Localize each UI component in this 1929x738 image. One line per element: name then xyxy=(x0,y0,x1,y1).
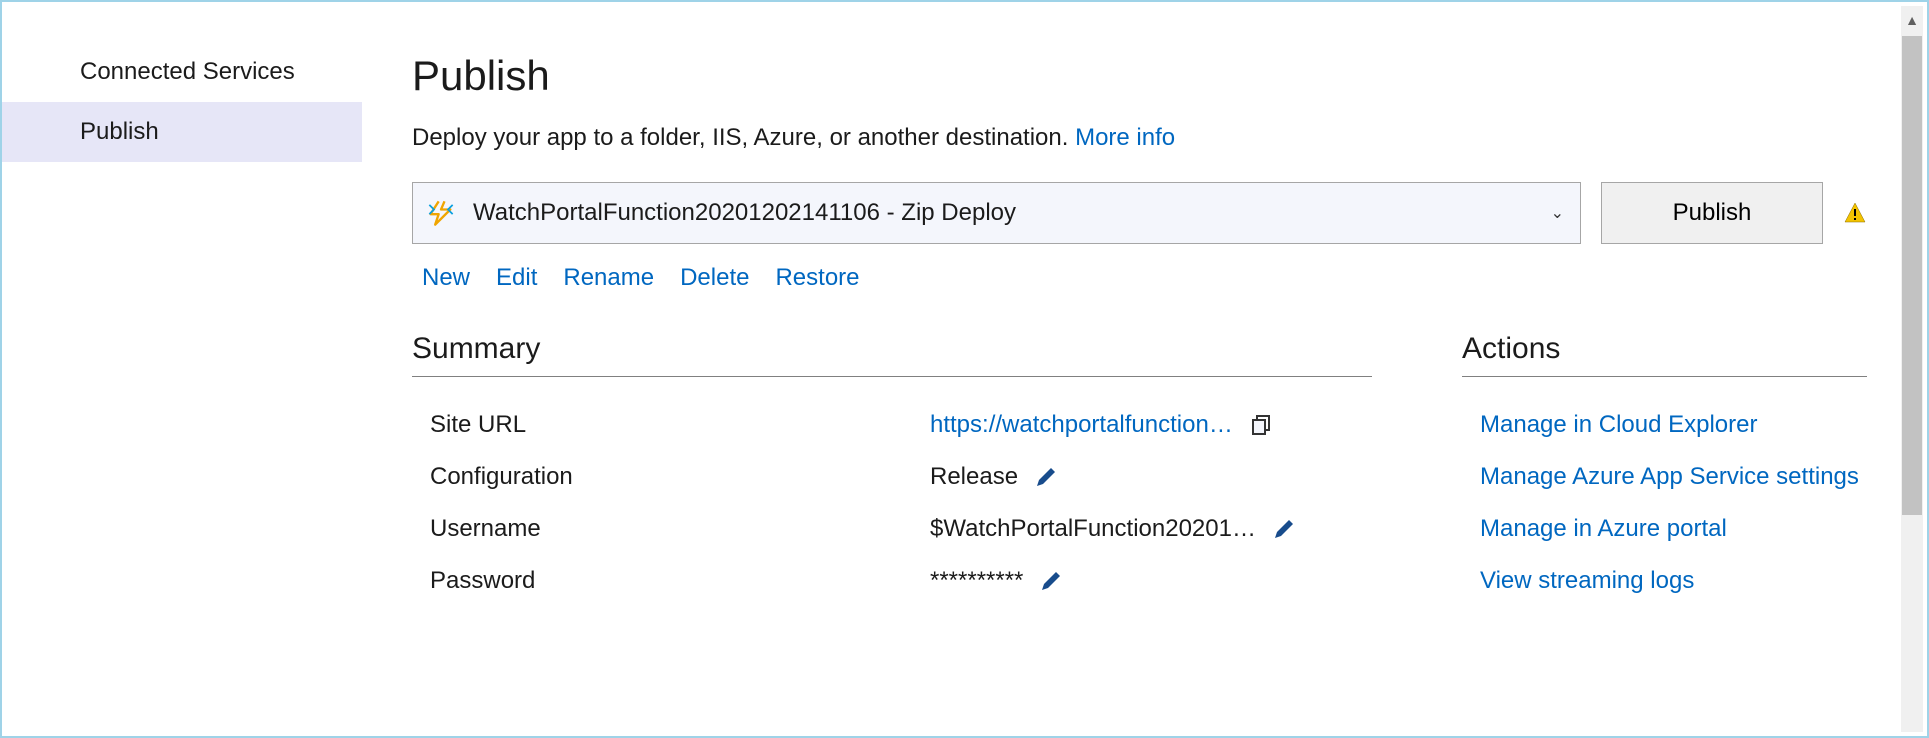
pencil-icon[interactable] xyxy=(1039,569,1063,593)
profile-new-link[interactable]: New xyxy=(422,264,470,292)
page-title: Publish xyxy=(412,52,1867,100)
summary-heading: Summary xyxy=(412,332,1372,377)
summary-row-username: Username $WatchPortalFunction20201… xyxy=(412,515,1372,543)
scroll-thumb[interactable] xyxy=(1902,36,1922,515)
action-view-streaming-logs[interactable]: View streaming logs xyxy=(1480,567,1867,595)
summary-label: Configuration xyxy=(430,463,930,491)
columns: Summary Site URL https://watchportalfunc… xyxy=(412,332,1867,619)
profile-restore-link[interactable]: Restore xyxy=(775,264,859,292)
summary-row-password: Password ********** xyxy=(412,567,1372,595)
site-url-value[interactable]: https://watchportalfunction… xyxy=(930,411,1233,439)
chevron-down-icon: ⌄ xyxy=(1551,203,1564,223)
actions-list: Manage in Cloud Explorer Manage Azure Ap… xyxy=(1462,411,1867,595)
profile-delete-link[interactable]: Delete xyxy=(680,264,749,292)
profile-row: WatchPortalFunction20201202141106 - Zip … xyxy=(412,182,1867,244)
summary-row-site-url: Site URL https://watchportalfunction… xyxy=(412,411,1372,439)
profile-edit-link[interactable]: Edit xyxy=(496,264,537,292)
username-value: $WatchPortalFunction20201… xyxy=(930,515,1256,543)
copy-icon[interactable] xyxy=(1249,413,1273,437)
summary-label: Username xyxy=(430,515,930,543)
publish-profile-dropdown[interactable]: WatchPortalFunction20201202141106 - Zip … xyxy=(412,182,1581,244)
action-manage-app-service[interactable]: Manage Azure App Service settings xyxy=(1480,463,1867,491)
pencil-icon[interactable] xyxy=(1272,517,1296,541)
sidebar-item-connected-services[interactable]: Connected Services xyxy=(2,42,362,102)
subtitle-text: Deploy your app to a folder, IIS, Azure,… xyxy=(412,124,1075,151)
summary-label: Password xyxy=(430,567,930,595)
summary-label: Site URL xyxy=(430,411,930,439)
pencil-icon[interactable] xyxy=(1034,465,1058,489)
password-value: ********** xyxy=(930,567,1023,595)
more-info-link[interactable]: More info xyxy=(1075,124,1175,151)
summary-section: Summary Site URL https://watchportalfunc… xyxy=(412,332,1372,619)
action-manage-cloud-explorer[interactable]: Manage in Cloud Explorer xyxy=(1480,411,1867,439)
main-panel: Publish Deploy your app to a folder, IIS… xyxy=(362,2,1927,736)
actions-section: Actions Manage in Cloud Explorer Manage … xyxy=(1462,332,1867,619)
warning-icon xyxy=(1843,201,1867,225)
page-subtitle: Deploy your app to a folder, IIS, Azure,… xyxy=(412,124,1867,152)
summary-row-configuration: Configuration Release xyxy=(412,463,1372,491)
publish-window: Connected Services Publish Publish Deplo… xyxy=(0,0,1929,738)
profile-link-actions: New Edit Rename Delete Restore xyxy=(412,264,1867,292)
configuration-value: Release xyxy=(930,463,1018,491)
actions-heading: Actions xyxy=(1462,332,1867,377)
azure-function-icon xyxy=(427,199,455,227)
publish-profile-selected: WatchPortalFunction20201202141106 - Zip … xyxy=(473,199,1551,227)
vertical-scrollbar[interactable]: ▲ xyxy=(1901,6,1923,732)
action-manage-azure-portal[interactable]: Manage in Azure portal xyxy=(1480,515,1867,543)
sidebar-item-publish[interactable]: Publish xyxy=(2,102,362,162)
profile-rename-link[interactable]: Rename xyxy=(563,264,654,292)
sidebar: Connected Services Publish xyxy=(2,2,362,736)
publish-button[interactable]: Publish xyxy=(1601,182,1823,244)
scroll-up-arrow-icon[interactable]: ▲ xyxy=(1905,6,1919,34)
